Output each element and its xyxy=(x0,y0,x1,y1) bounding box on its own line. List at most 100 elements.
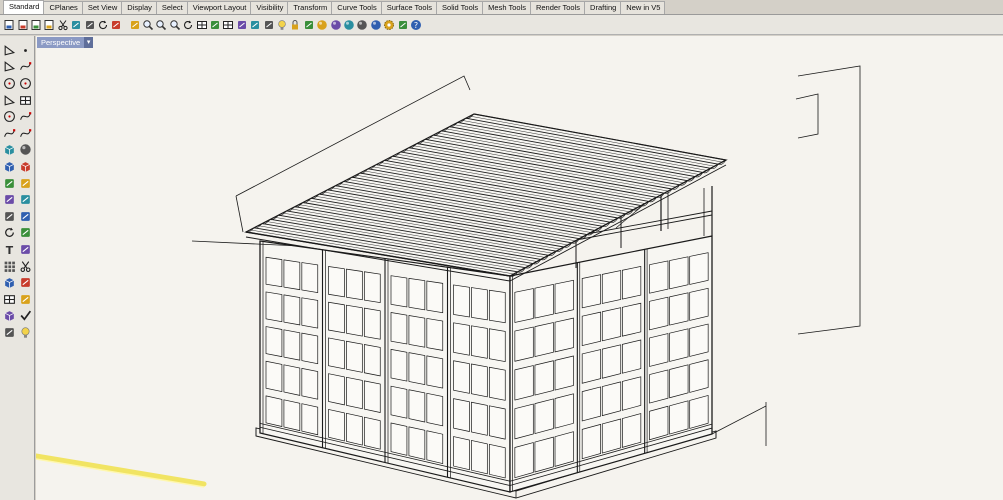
rotate-button[interactable] xyxy=(1,225,17,241)
osnap-button[interactable] xyxy=(236,17,248,32)
orient-button[interactable] xyxy=(17,291,33,307)
arc-button[interactable] xyxy=(17,75,33,91)
cylinder-blue-button[interactable] xyxy=(1,308,17,324)
zoom-selected-button[interactable] xyxy=(169,17,181,32)
ruler-button[interactable] xyxy=(17,275,33,291)
copy-button[interactable] xyxy=(70,17,82,32)
left-toolbar-row xyxy=(0,108,34,125)
model-scene xyxy=(36,65,861,499)
left-wall-window-pane xyxy=(346,304,363,337)
tab-standard[interactable]: Standard xyxy=(3,0,45,14)
polyline-button[interactable] xyxy=(1,59,17,75)
text-button[interactable]: T xyxy=(1,241,17,257)
tab-set-view[interactable]: Set View xyxy=(81,1,123,14)
block-button[interactable] xyxy=(1,275,17,291)
right-wall-window-pane xyxy=(554,393,574,429)
fillet-curve-button[interactable] xyxy=(17,109,33,125)
gear-button[interactable] xyxy=(383,17,395,32)
tab-curve-tools[interactable]: Curve Tools xyxy=(331,1,382,14)
tab-visibility[interactable]: Visibility xyxy=(250,1,289,14)
lock-button[interactable] xyxy=(289,17,301,32)
material-sphere-button[interactable] xyxy=(370,17,382,32)
import-button[interactable] xyxy=(43,17,55,32)
light-bulb-button[interactable] xyxy=(276,17,288,32)
cut-button[interactable] xyxy=(57,17,69,32)
save-button[interactable] xyxy=(16,17,28,32)
undo-button[interactable] xyxy=(97,17,109,32)
cylinder-button[interactable] xyxy=(1,158,17,174)
tab-cplanes[interactable]: CPlanes xyxy=(43,1,83,14)
color-wheel-button[interactable] xyxy=(316,17,328,32)
render-sphere-button[interactable] xyxy=(329,17,341,32)
tab-new-in-v5[interactable]: New in V5 xyxy=(620,1,666,14)
mesh-box-button[interactable] xyxy=(17,158,33,174)
sweep-button[interactable] xyxy=(17,125,33,141)
boolean-button[interactable] xyxy=(1,175,17,191)
ellipse-button[interactable] xyxy=(1,109,17,125)
left-wall-window-pane xyxy=(346,412,363,446)
left-toolbar-row xyxy=(0,125,34,142)
select-arrow-button[interactable] xyxy=(1,42,17,58)
rectangle-button[interactable] xyxy=(17,92,33,108)
triangle-button[interactable] xyxy=(1,92,17,108)
mirror-button[interactable] xyxy=(17,258,33,274)
new-button[interactable] xyxy=(3,17,15,32)
surface-button[interactable] xyxy=(1,125,17,141)
rotate-view-button[interactable] xyxy=(182,17,194,32)
viewport-title-tab[interactable]: Perspective ▾ xyxy=(37,37,94,48)
grid-button[interactable] xyxy=(222,17,234,32)
tab-drafting[interactable]: Drafting xyxy=(584,1,622,14)
trim-button[interactable] xyxy=(1,192,17,208)
tab-display[interactable]: Display xyxy=(121,1,157,14)
scale-button[interactable] xyxy=(17,225,33,241)
tab-viewport-layout[interactable]: Viewport Layout xyxy=(186,1,252,14)
left-wall-window-pane xyxy=(426,280,444,314)
circle-button[interactable] xyxy=(1,75,17,91)
tab-solid-tools[interactable]: Solid Tools xyxy=(436,1,484,14)
sphere-solid-button[interactable] xyxy=(17,142,33,158)
curve-button[interactable] xyxy=(17,59,33,75)
zoom-extents-button[interactable] xyxy=(155,17,167,32)
tab-transform[interactable]: Transform xyxy=(287,1,333,14)
tab-render-tools[interactable]: Render Tools xyxy=(529,1,586,14)
array-button[interactable] xyxy=(1,258,17,274)
layer-button[interactable] xyxy=(262,17,274,32)
zoom-window-button[interactable] xyxy=(142,17,154,32)
print-button[interactable] xyxy=(30,17,42,32)
transform-button[interactable] xyxy=(17,241,33,257)
render-material-button[interactable] xyxy=(1,324,17,340)
right-wall-window-pane xyxy=(649,405,669,441)
paste-button[interactable] xyxy=(83,17,95,32)
pan-button[interactable] xyxy=(110,17,122,32)
properties-button[interactable] xyxy=(303,17,315,32)
perspective-viewport[interactable]: Perspective ▾ xyxy=(36,36,1003,500)
group-button[interactable] xyxy=(17,208,33,224)
explode-button[interactable] xyxy=(17,175,33,191)
help-button[interactable]: ? xyxy=(410,17,422,32)
ghosted-sphere-button[interactable] xyxy=(356,17,368,32)
ruler-icon xyxy=(20,278,30,287)
move-view-button[interactable] xyxy=(129,17,141,32)
left-toolbar-row xyxy=(0,274,34,291)
set-cplane-button[interactable] xyxy=(209,17,221,32)
right-wall-window-pane xyxy=(534,398,554,434)
four-views-button[interactable] xyxy=(195,17,207,32)
shaded-sphere-button[interactable] xyxy=(343,17,355,32)
tab-surface-tools[interactable]: Surface Tools xyxy=(380,1,438,14)
tab-select[interactable]: Select xyxy=(155,1,188,14)
split-button[interactable] xyxy=(17,192,33,208)
dimension-button[interactable] xyxy=(396,17,408,32)
join-button[interactable] xyxy=(1,208,17,224)
left-wall-window-pane xyxy=(471,401,488,436)
box-solid-button[interactable] xyxy=(1,142,17,158)
lamp-button[interactable] xyxy=(17,324,33,340)
left-wall-window-pane xyxy=(363,307,381,340)
point-button[interactable] xyxy=(17,42,33,58)
viewport-title[interactable]: Perspective xyxy=(37,37,85,48)
gear-icon xyxy=(384,19,395,30)
check-button[interactable] xyxy=(17,308,33,324)
array-grid-button[interactable] xyxy=(1,291,17,307)
viewport-menu-arrow-icon[interactable]: ▾ xyxy=(84,37,94,48)
tab-mesh-tools[interactable]: Mesh Tools xyxy=(482,1,531,14)
select-button[interactable] xyxy=(249,17,261,32)
